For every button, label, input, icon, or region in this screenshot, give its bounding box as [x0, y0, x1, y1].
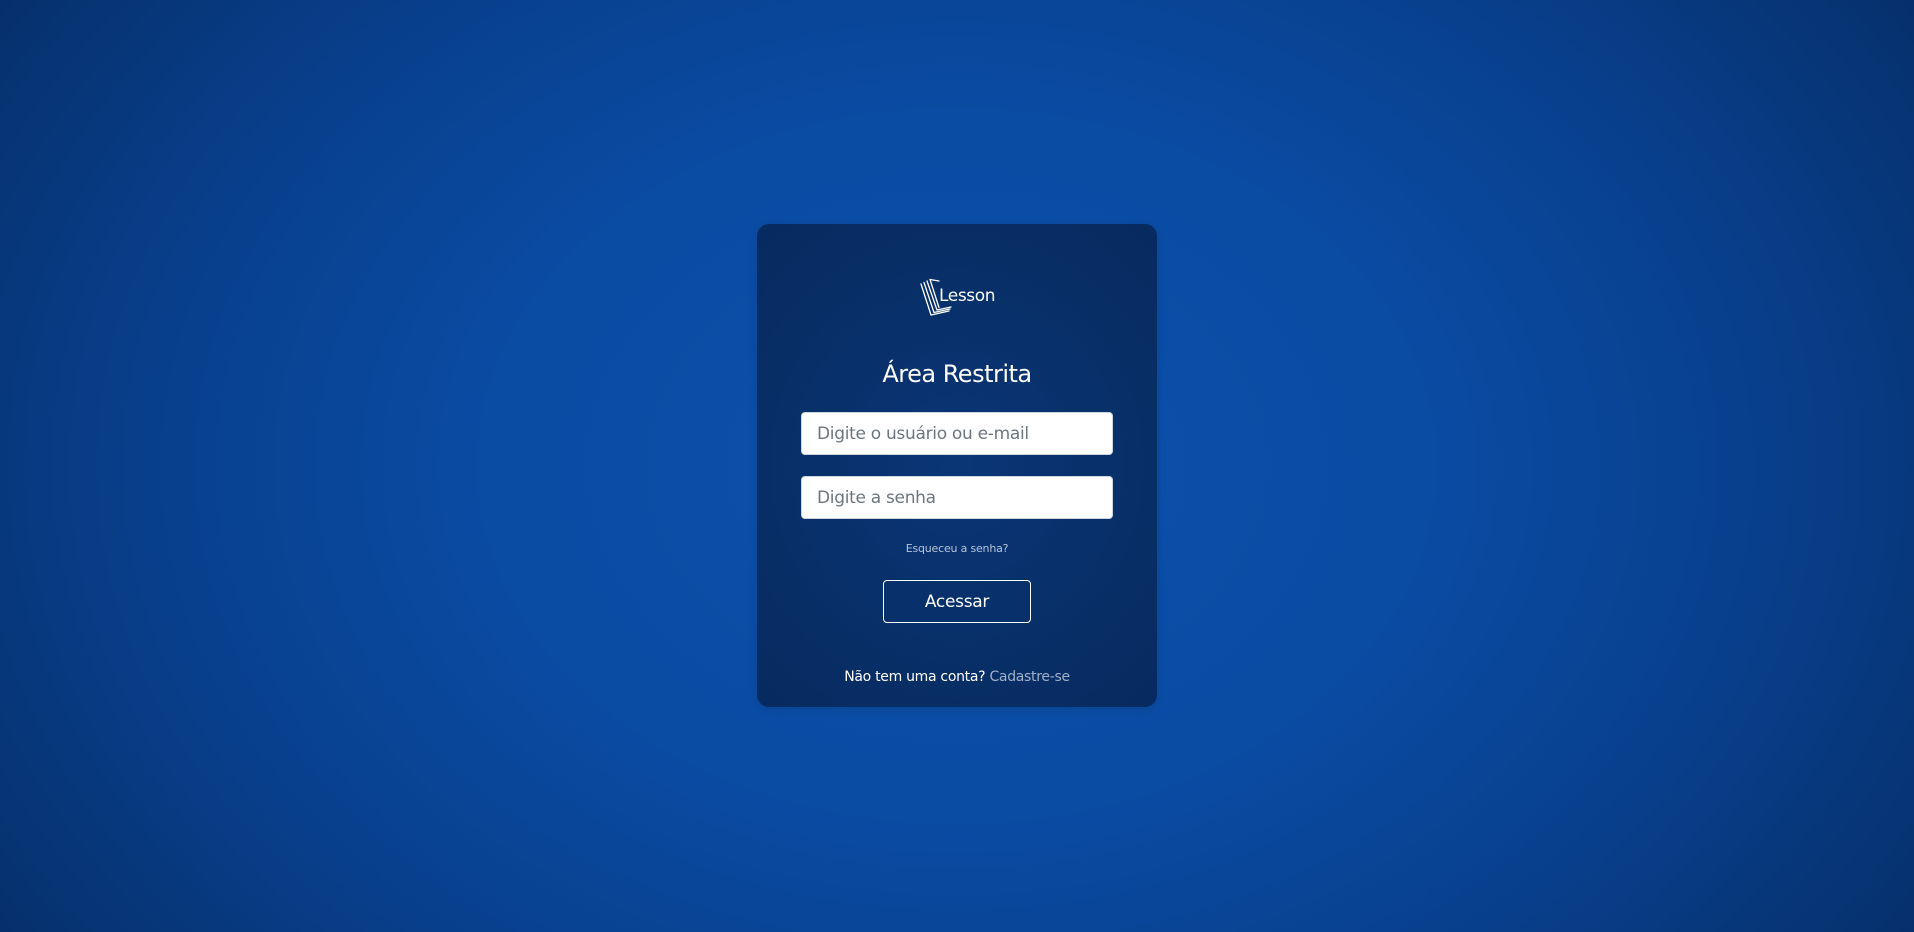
password-input[interactable]	[801, 476, 1113, 519]
forgot-password-link[interactable]: Esqueceu a senha?	[757, 542, 1157, 555]
login-card: Lesson Área Restrita Esqueceu a senha? A…	[757, 224, 1157, 707]
login-button[interactable]: Acessar	[883, 580, 1031, 623]
username-input[interactable]	[801, 412, 1113, 455]
signup-link[interactable]: Cadastre-se	[989, 669, 1070, 685]
page-title: Área Restrita	[882, 360, 1032, 388]
signup-prompt: Não tem uma conta?	[844, 669, 986, 685]
brand-name: Lesson	[939, 286, 996, 306]
signup-row: Não tem uma conta? Cadastre-se	[757, 669, 1157, 685]
brand-logo: Lesson	[919, 278, 999, 320]
